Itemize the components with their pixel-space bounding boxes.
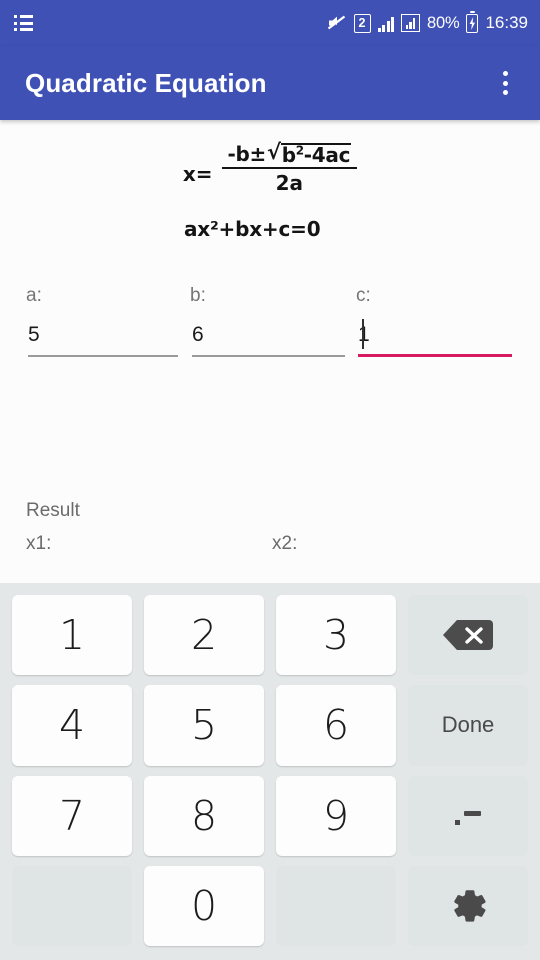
- status-bar-clock: 16:39: [485, 13, 528, 32]
- coefficient-b-underline[interactable]: [192, 355, 345, 357]
- blank-key-right: [276, 865, 396, 946]
- status-bar-right: 2 80% 16:39: [327, 10, 528, 33]
- backspace-key[interactable]: [408, 595, 528, 676]
- overflow-menu-icon[interactable]: [484, 59, 526, 107]
- mute-icon: [327, 15, 345, 30]
- key-5[interactable]: 5: [144, 685, 264, 766]
- formula-numerator-lead: -b±: [227, 142, 267, 166]
- status-bar-left: [14, 15, 34, 31]
- formula-radicand: b2-4ac: [280, 143, 352, 167]
- key-4-label: 4: [58, 701, 86, 750]
- key-0-label: 0: [190, 881, 218, 930]
- radicand-tail: -4ac: [303, 143, 351, 167]
- keyboard-key-grid: 1 2 3 4 5 6 Done 7 8 9 0: [12, 595, 528, 946]
- notification-list-icon: [14, 15, 34, 31]
- formula-block: x= -b± √ b2-4ac 2a ax²+bx+c=0: [0, 142, 540, 241]
- formula-denominator: 2a: [275, 171, 304, 195]
- square-root-icon: √ b2-4ac: [266, 140, 352, 167]
- numeric-keyboard: 1 2 3 4 5 6 Done 7 8 9 0: [0, 583, 540, 960]
- status-bar: 2 80% 16:39: [0, 0, 540, 46]
- radicand-base: b: [281, 143, 296, 167]
- coefficient-a-underline[interactable]: [28, 355, 178, 357]
- key-0[interactable]: 0: [144, 865, 264, 946]
- result-heading: Result: [26, 500, 80, 521]
- radicand-exponent: 2: [295, 143, 304, 158]
- text-caret: [362, 319, 364, 349]
- keyboard-settings-key[interactable]: [408, 865, 528, 946]
- x1-label: x1:: [26, 533, 52, 554]
- coefficient-c-label: c:: [356, 285, 371, 306]
- sim-badge-icon: 2: [353, 13, 371, 33]
- key-2-label: 2: [190, 611, 218, 660]
- coefficient-b-value[interactable]: 6: [192, 323, 204, 347]
- battery-charging-icon: [466, 10, 479, 33]
- gear-icon: [454, 890, 486, 922]
- key-3[interactable]: 3: [276, 595, 396, 676]
- key-8-label: 8: [190, 791, 218, 840]
- coefficient-a-value[interactable]: 5: [28, 323, 40, 347]
- dot-minus-key[interactable]: [408, 775, 528, 856]
- app-bar: Quadratic Equation: [0, 46, 540, 120]
- done-key-label: Done: [441, 712, 495, 738]
- app-screen: 2 80% 16:39 Quadratic Equation x= -b± √ …: [0, 0, 540, 960]
- key-7[interactable]: 7: [12, 775, 132, 856]
- coefficient-b-label: b:: [190, 285, 206, 306]
- key-5-label: 5: [190, 701, 218, 750]
- key-1[interactable]: 1: [12, 595, 132, 676]
- battery-percent-label: 80%: [427, 13, 460, 32]
- key-9[interactable]: 9: [276, 775, 396, 856]
- radical-sign: √: [266, 140, 281, 164]
- formula-lhs: x=: [182, 162, 213, 186]
- key-6-label: 6: [322, 701, 350, 750]
- formula-numerator: -b± √ b2-4ac: [222, 142, 358, 167]
- coefficient-a-label: a:: [26, 285, 42, 306]
- key-9-label: 9: [322, 791, 350, 840]
- key-3-label: 3: [322, 611, 350, 660]
- x2-label: x2:: [272, 533, 298, 554]
- standard-form-equation: ax²+bx+c=0: [184, 217, 321, 241]
- formula-fraction: -b± √ b2-4ac 2a: [221, 142, 358, 195]
- signal-bars-boxed-icon: [401, 14, 421, 32]
- done-key[interactable]: Done: [408, 685, 528, 766]
- dot-minus-icon: [453, 803, 483, 829]
- coefficient-c-underline[interactable]: [358, 354, 512, 357]
- key-1-label: 1: [58, 611, 86, 660]
- quadratic-formula: x= -b± √ b2-4ac 2a: [0, 142, 540, 195]
- key-8[interactable]: 8: [144, 775, 264, 856]
- key-2[interactable]: 2: [144, 595, 264, 676]
- page-title: Quadratic Equation: [25, 67, 267, 98]
- signal-bars-icon: [377, 15, 395, 32]
- key-4[interactable]: 4: [12, 685, 132, 766]
- main-content: x= -b± √ b2-4ac 2a ax²+bx+c=0 a: 5 b: 6 …: [0, 120, 540, 690]
- key-6[interactable]: 6: [276, 685, 396, 766]
- key-7-label: 7: [58, 791, 86, 840]
- blank-key-left: [12, 865, 132, 946]
- backspace-icon: [443, 620, 493, 651]
